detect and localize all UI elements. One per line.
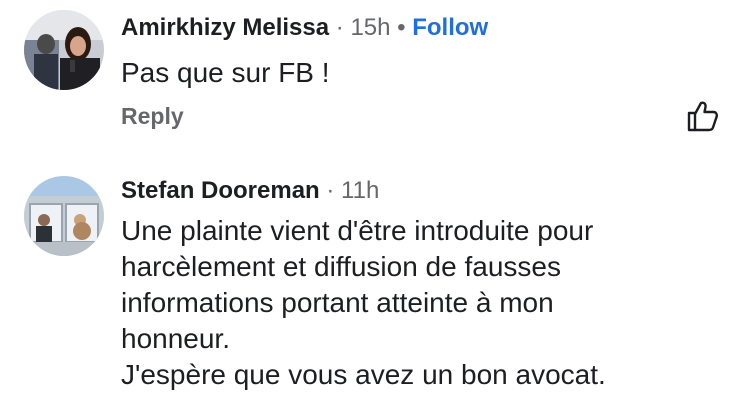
avatar-photo (24, 10, 104, 90)
meta-separator: · (326, 177, 335, 204)
meta-separator: · (335, 14, 344, 41)
follow-separator: • (397, 14, 406, 41)
timestamp[interactable]: 11h (341, 177, 379, 204)
comment-1: Amirkhizy Melissa · 15h • Follow Pas que… (0, 0, 750, 150)
comment-meta: Stefan Dooreman · 11h (121, 176, 379, 206)
comment-text-line: J'espère que vous avez un bon avocat. (121, 359, 606, 390)
comment-text-line: harcèlement et diffusion de fausses (121, 251, 561, 282)
reply-button[interactable]: Reply (121, 102, 184, 130)
comments-thread: Amirkhizy Melissa · 15h • Follow Pas que… (0, 0, 750, 413)
comment-text-line: informations portant atteinte à mon (121, 287, 554, 318)
comment-text-line: Une plainte vient d'être introduite pour (121, 215, 594, 246)
author-name[interactable]: Stefan Dooreman (121, 177, 320, 204)
follow-button[interactable]: Follow (412, 14, 488, 41)
thumbs-up-icon[interactable] (685, 98, 721, 134)
comment-meta: Amirkhizy Melissa · 15h • Follow (121, 13, 488, 43)
author-name[interactable]: Amirkhizy Melissa (121, 14, 329, 41)
comment-text: Une plainte vient d'être introduite pour… (121, 213, 606, 393)
avatar-photo (24, 176, 104, 256)
avatar[interactable] (24, 10, 104, 90)
timestamp[interactable]: 15h (350, 14, 390, 41)
avatar[interactable] (24, 176, 104, 256)
comment-2: Stefan Dooreman · 11h Une plainte vient … (0, 160, 750, 413)
comment-text-line: honneur. (121, 323, 230, 354)
comment-text: Pas que sur FB ! (121, 57, 330, 88)
